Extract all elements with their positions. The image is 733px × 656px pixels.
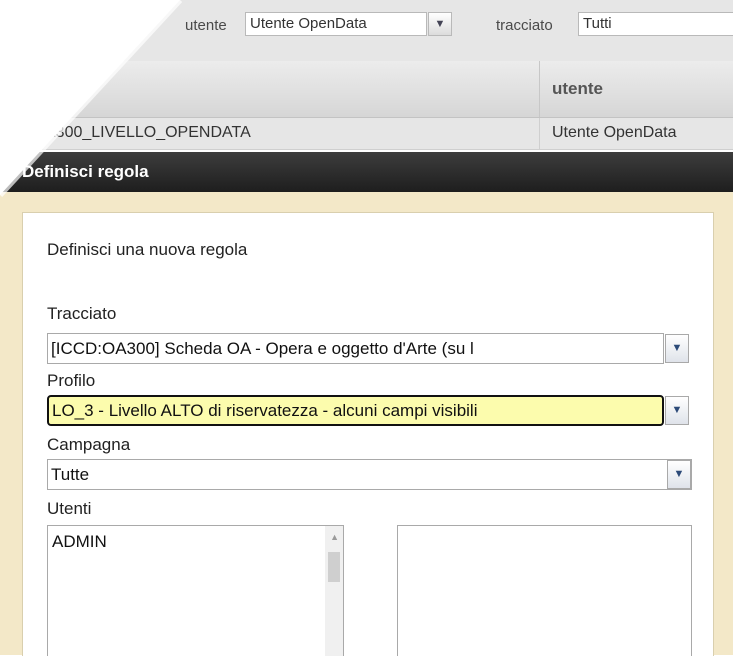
chevron-down-icon: ▼ (671, 404, 683, 416)
column-header-utente[interactable]: utente (552, 79, 603, 99)
dialog-heading: Definisci una nuova regola (47, 240, 248, 259)
utente-filter-dropdown-button[interactable]: ▼ (428, 12, 452, 36)
chevron-down-icon: ▼ (673, 468, 685, 480)
define-rule-dialog: Definisci regola Definisci una nuova reg… (0, 152, 733, 656)
profilo-select[interactable]: LO_3 - Livello ALTO di riservatezza - al… (47, 395, 664, 426)
column-divider (539, 61, 540, 117)
list-item[interactable]: ADMIN (52, 532, 107, 552)
chevron-down-icon: ▼ (671, 342, 683, 354)
profilo-dropdown-button[interactable]: ▼ (665, 396, 689, 425)
chevron-down-icon: ▼ (434, 18, 446, 30)
utenti-label: Utenti (47, 499, 92, 518)
campagna-label: Campagna (47, 435, 131, 454)
scrollbar-thumb[interactable] (328, 552, 340, 582)
filter-bar: utente Utente OpenData ▼ tracciato Tutti (0, 0, 733, 61)
campagna-dropdown-button[interactable]: ▼ (667, 460, 691, 489)
campagna-select[interactable]: Tutte (47, 459, 692, 490)
tracciato-filter-label: tracciato (496, 17, 553, 34)
tracciato-dropdown-button[interactable]: ▼ (665, 334, 689, 363)
dialog-title-bar[interactable]: Definisci regola (0, 152, 733, 192)
dialog-title: Definisci regola (22, 162, 149, 181)
tracciato-label: Tracciato (47, 304, 117, 323)
table-header: utente (0, 61, 733, 118)
dialog-content-panel: Definisci una nuova regola Tracciato [IC… (22, 212, 714, 656)
table-row[interactable]: A300_LIVELLO_OPENDATA Utente OpenData (0, 118, 733, 150)
profilo-label: Profilo (47, 371, 96, 390)
scroll-up-arrow-icon[interactable]: ▲ (330, 532, 339, 542)
utenti-selected-list[interactable] (397, 525, 692, 656)
column-divider (539, 118, 540, 149)
table-cell-name: A300_LIVELLO_OPENDATA (45, 124, 251, 141)
table-cell-utente: Utente OpenData (552, 124, 677, 141)
utente-filter-select[interactable]: Utente OpenData (245, 12, 427, 36)
utente-filter-label: utente (185, 17, 227, 34)
list-scrollbar[interactable]: ▲ (325, 526, 343, 656)
tracciato-select[interactable]: [ICCD:OA300] Scheda OA - Opera e oggetto… (47, 333, 664, 364)
tracciato-filter-select[interactable]: Tutti (578, 12, 733, 36)
utenti-available-list[interactable]: ADMIN ▲ (47, 525, 344, 656)
